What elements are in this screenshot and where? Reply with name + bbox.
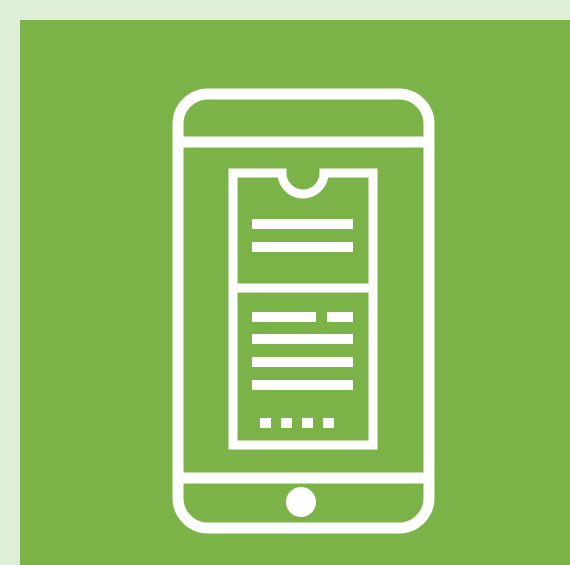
- page: [0, 0, 570, 565]
- ticket-line-2: [252, 242, 353, 252]
- home-button: [286, 487, 316, 517]
- ticket-dot-2: [281, 418, 292, 428]
- ticket-dot-3: [302, 418, 313, 428]
- ticket-outline: [228, 168, 378, 450]
- ticket-line-6: [252, 380, 353, 390]
- phone-body: [172, 88, 435, 534]
- ticket-line-3a: [252, 312, 316, 322]
- mobile-ticket-icon: [172, 88, 435, 534]
- ticket-line-4: [252, 334, 353, 344]
- ticket-line-5: [252, 357, 353, 367]
- ticket-line-3b: [327, 312, 353, 322]
- ticket-dot-4: [323, 418, 334, 428]
- ticket-line-1: [252, 219, 353, 229]
- ticket-dot-1: [260, 418, 271, 428]
